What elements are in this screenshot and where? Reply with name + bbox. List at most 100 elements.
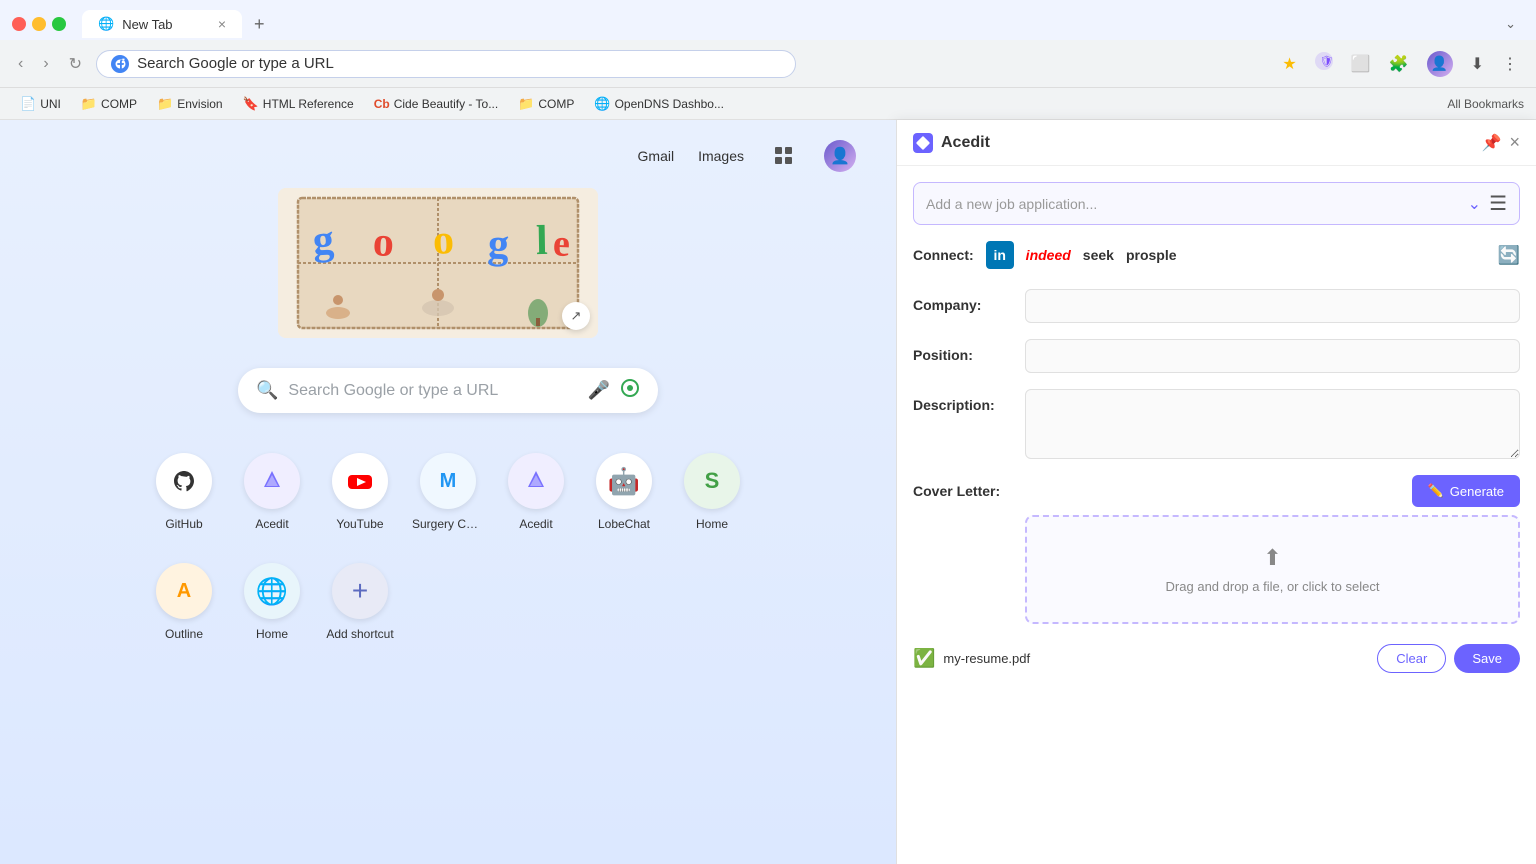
bookmark-html-ref[interactable]: 🔖 HTML Reference [235, 94, 362, 114]
description-input[interactable] [1025, 389, 1520, 459]
search-input[interactable] [288, 382, 577, 400]
svg-text:o: o [372, 219, 395, 266]
cide-icon: Cb [374, 97, 390, 111]
linkedin-connect-btn[interactable]: in [986, 241, 1014, 269]
save-button[interactable]: Save [1454, 644, 1520, 673]
bookmark-comp-1-label: COMP [101, 97, 137, 111]
tab-close-btn[interactable]: × [218, 16, 226, 32]
voice-search-icon[interactable]: 🎤 [588, 380, 610, 401]
side-panel: Acedit 📌 × Add a new job application... … [896, 120, 1536, 864]
position-input[interactable] [1025, 339, 1520, 373]
acedit-2-icon [508, 453, 564, 509]
google-doodle[interactable]: g o o g l e [278, 188, 618, 348]
google-icon [111, 55, 129, 73]
connect-label: Connect: [913, 247, 974, 263]
new-tab-page: Gmail Images 👤 [0, 120, 896, 864]
bookmark-opendns[interactable]: 🌐 OpenDNS Dashbo... [586, 94, 732, 114]
bookmark-cide[interactable]: Cb Cide Beautify - To... [366, 95, 507, 113]
pin-button[interactable]: 📌 [1482, 133, 1502, 153]
prosple-connect-btn[interactable]: prosple [1126, 247, 1177, 263]
profile-avatar: 👤 [1427, 51, 1453, 77]
lens-search-icon[interactable] [620, 378, 640, 403]
forward-button[interactable]: › [37, 51, 54, 77]
bookmark-icon: 🔖 [243, 96, 259, 112]
shortcut-lobechat[interactable]: 🤖 LobeChat [584, 445, 664, 539]
folder-icon: 📁 [81, 96, 97, 112]
bookmark-comp-2-label: COMP [538, 97, 574, 111]
share-icon: ↗ [571, 308, 582, 324]
dropdown-menu-button[interactable]: ☰ [1489, 191, 1507, 216]
home-e-label: Home [256, 627, 288, 641]
company-input[interactable] [1025, 289, 1520, 323]
youtube-label: YouTube [336, 517, 383, 531]
resume-check-icon: ✅ [913, 648, 935, 669]
browser-chrome: 🌐 New Tab × + ⌄ ‹ › ↻ ★ 🛡 [0, 0, 1536, 120]
position-field-row: Position: [913, 339, 1520, 373]
search-bar: 🔍 🎤 [238, 368, 658, 413]
window-expand-btn[interactable]: ⌄ [1505, 16, 1524, 32]
images-link[interactable]: Images [698, 148, 744, 164]
bookmark-uni[interactable]: 📄 UNI [12, 94, 69, 114]
bookmark-button[interactable]: ★ [1276, 50, 1302, 78]
bookmark-html-ref-label: HTML Reference [263, 97, 354, 111]
panel-content: Add a new job application... ⌄ ☰ Connect… [897, 166, 1536, 864]
shortcut-home-s[interactable]: S Home [672, 445, 752, 539]
dropdown-arrow-icon: ⌄ [1468, 194, 1481, 214]
acedit-2-label: Acedit [519, 517, 552, 531]
all-bookmarks-btn[interactable]: All Bookmarks [1447, 97, 1524, 111]
bookmark-envision-label: Envision [177, 97, 222, 111]
home-s-icon: S [684, 453, 740, 509]
generate-icon: ✏️ [1428, 483, 1444, 499]
surgery-label: Surgery Con... [412, 517, 484, 531]
seek-connect-btn[interactable]: seek [1083, 247, 1114, 263]
svg-text:🛡: 🛡 [1319, 55, 1333, 68]
bookmarks-bar: 📄 UNI 📁 COMP 📁 Envision 🔖 HTML Reference… [0, 88, 1536, 120]
shortcut-acedit-1[interactable]: Acedit [232, 445, 312, 539]
refresh-button[interactable]: ↻ [63, 50, 88, 78]
share-doodle-button[interactable]: ↗ [562, 302, 590, 330]
linkedin-icon: in [993, 247, 1005, 263]
shortcut-surgery[interactable]: M Surgery Con... [408, 445, 488, 539]
svg-text:o: o [432, 217, 455, 264]
active-tab[interactable]: 🌐 New Tab × [82, 10, 242, 38]
address-bar[interactable] [96, 50, 796, 78]
back-button[interactable]: ‹ [12, 51, 29, 77]
home-e-icon: 🌐 [244, 563, 300, 619]
download-button[interactable]: ⬇ [1465, 50, 1490, 78]
file-drop-zone[interactable]: ⬆ Drag and drop a file, or click to sele… [1025, 515, 1520, 624]
apps-grid-button[interactable] [768, 140, 800, 172]
shortcut-home-e[interactable]: 🌐 Home [232, 555, 312, 649]
bookmark-comp-1[interactable]: 📁 COMP [73, 94, 145, 114]
shortcut-github[interactable]: GitHub [144, 445, 224, 539]
shortcut-outline[interactable]: A Outline [144, 555, 224, 649]
indeed-connect-btn[interactable]: indeed [1026, 247, 1071, 263]
lobechat-label: LobeChat [598, 517, 650, 531]
shield-icon-btn[interactable]: 🛡 [1309, 48, 1339, 79]
svg-text:l: l [536, 218, 548, 264]
clear-button[interactable]: Clear [1377, 644, 1446, 673]
shortcut-add[interactable]: + Add shortcut [320, 555, 400, 649]
shortcut-youtube[interactable]: YouTube [320, 445, 400, 539]
more-options-button[interactable]: ⋮ [1496, 50, 1524, 78]
panel-close-button[interactable]: × [1509, 132, 1520, 153]
cover-letter-right: ✏️ Generate ⬆ Drag and drop a file, or c… [1025, 475, 1520, 624]
refresh-sources-button[interactable]: 🔄 [1498, 245, 1520, 266]
shortcut-acedit-2[interactable]: Acedit [496, 445, 576, 539]
user-avatar[interactable]: 👤 [824, 140, 856, 172]
screenshot-button[interactable]: ⬜ [1345, 50, 1377, 78]
address-input[interactable] [137, 55, 781, 72]
bookmark-cide-label: Cide Beautify - To... [394, 97, 499, 111]
job-application-dropdown[interactable]: Add a new job application... ⌄ ☰ [913, 182, 1520, 225]
generate-button[interactable]: ✏️ Generate [1412, 475, 1520, 507]
maximize-window-btn[interactable] [52, 17, 66, 31]
bookmark-comp-2[interactable]: 📁 COMP [510, 94, 582, 114]
minimize-window-btn[interactable] [32, 17, 46, 31]
close-window-btn[interactable] [12, 17, 26, 31]
profile-button[interactable]: 👤 [1421, 47, 1459, 81]
puzzle-button[interactable]: 🧩 [1383, 50, 1415, 78]
new-tab-button[interactable]: + [248, 14, 271, 35]
acedit-icon [244, 453, 300, 509]
gmail-link[interactable]: Gmail [638, 148, 675, 164]
bookmark-envision[interactable]: 📁 Envision [149, 94, 231, 114]
cover-letter-row: Cover Letter: ✏️ Generate ⬆ Drag and dro… [913, 475, 1520, 624]
